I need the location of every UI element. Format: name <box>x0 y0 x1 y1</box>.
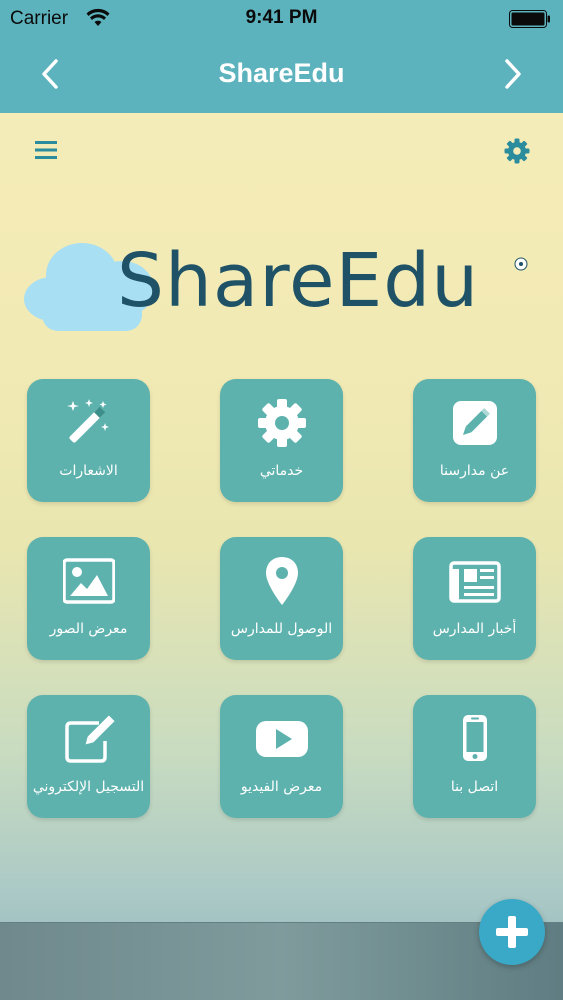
top-bar: Carrier 9:41 PM ShareEdu <box>0 0 563 113</box>
phone-icon <box>463 715 487 761</box>
add-button[interactable] <box>479 899 545 965</box>
tile-contact-us[interactable]: اتصل بنا <box>413 695 536 818</box>
app-logo: ShareEdu <box>22 233 532 333</box>
tile-school-location[interactable]: الوصول للمدارس <box>220 537 343 660</box>
tile-photo-gallery[interactable]: معرض الصور <box>27 537 150 660</box>
logo-mark-icon <box>514 257 528 271</box>
navigation-bar: ShareEdu <box>0 40 563 112</box>
tile-my-services[interactable]: خدماتي <box>220 379 343 502</box>
magic-wand-icon <box>67 399 109 443</box>
map-pin-icon <box>266 557 298 605</box>
battery-icon <box>509 10 550 28</box>
pencil-square-icon <box>65 715 115 763</box>
gear-icon <box>258 399 306 447</box>
tile-label: الاشعارات <box>59 463 118 479</box>
tile-label: التسجيل الإلكتروني <box>32 779 145 795</box>
tile-label: الوصول للمدارس <box>230 621 333 637</box>
tile-label: معرض الصور <box>49 621 128 637</box>
tile-school-news[interactable]: أخبار المدارس <box>413 537 536 660</box>
tile-notifications[interactable]: الاشعارات <box>27 379 150 502</box>
video-play-icon <box>256 721 308 757</box>
image-icon <box>63 558 115 604</box>
hamburger-menu-icon[interactable] <box>34 138 58 162</box>
tile-label: أخبار المدارس <box>432 621 517 637</box>
status-time: 9:41 PM <box>245 7 318 28</box>
forward-chevron-icon[interactable] <box>497 56 527 92</box>
tile-label: خدماتي <box>259 463 304 479</box>
logo-text: ShareEdu <box>117 238 480 324</box>
status-bar: Carrier 9:41 PM <box>0 0 563 38</box>
edit-icon <box>453 401 497 445</box>
tile-online-registration[interactable]: التسجيل الإلكتروني <box>27 695 150 818</box>
tile-label: معرض الفيديو <box>240 779 323 795</box>
newspaper-icon <box>449 561 501 603</box>
settings-gear-icon[interactable] <box>504 138 530 164</box>
tile-about-schools[interactable]: عن مدارسنا <box>413 379 536 502</box>
tile-label: اتصل بنا <box>450 779 499 795</box>
plus-icon <box>496 916 528 948</box>
nav-title: ShareEdu <box>218 58 345 88</box>
tile-label: عن مدارسنا <box>439 463 510 479</box>
tile-video-gallery[interactable]: معرض الفيديو <box>220 695 343 818</box>
